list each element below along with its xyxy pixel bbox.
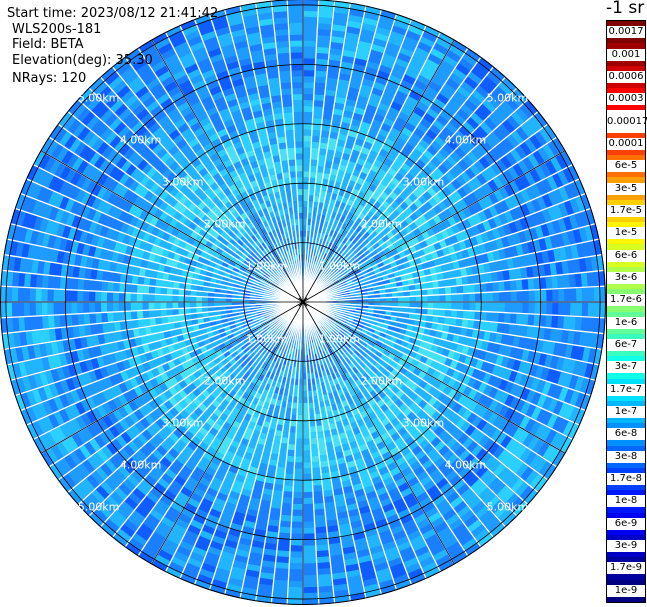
colorbar-tick-label: 1.7e-7 — [607, 383, 645, 396]
colorbar-tick-label: 0.001 — [607, 48, 645, 61]
colorbar-tick-label: 3e-7 — [607, 361, 645, 374]
ray-gate-cells — [427, 308, 434, 316]
range-ring-label: 4.00km — [445, 458, 487, 471]
colorbar-tick-label: 1.7e-8 — [607, 473, 645, 486]
ppi-scan-plot: 1.00km 1.00km 1.00km 1.00km 2.00km 2.00km 2.00… — [0, 0, 606, 605]
colorbar-tick-label: 3e-8 — [607, 450, 645, 463]
elevation-label: Elevation(deg): 35.30 — [12, 53, 153, 68]
ray-gate-cells — [281, 437, 289, 444]
range-ring-label: 3.00km — [403, 176, 445, 189]
range-ring-label: 5.00km — [78, 500, 120, 513]
nrays-label: NRays: 120 — [12, 71, 87, 86]
range-ring-label: 1.00km — [246, 260, 288, 273]
colorbar-tick-label: 3e-9 — [607, 540, 645, 553]
colorbar-tick-label: 3e-5 — [607, 182, 645, 195]
colorbar-tick-label: 1e-5 — [607, 227, 645, 240]
colorbar-tick-label: 3e-6 — [607, 271, 645, 284]
colorbar-tick-label: 1e-7 — [607, 406, 645, 419]
colorbar-unit-title: -1 sr — [606, 0, 645, 18]
colorbar-tick-label: 0.00017 — [607, 115, 647, 128]
range-ring-label: 5.00km — [487, 92, 529, 105]
range-ring-label: 2.00km — [361, 374, 403, 387]
colorbar-tick-label: 6e-6 — [607, 249, 645, 262]
range-ring-label: 1.00km — [246, 332, 288, 345]
colorbar-tick-label: 0.0003 — [607, 93, 645, 106]
colorbar-tick-label: 1.7e-9 — [607, 562, 645, 575]
ray-gate-cells — [297, 414, 303, 421]
range-ring-label: 3.00km — [162, 416, 204, 429]
range-ring-label: 1.00km — [319, 260, 361, 273]
ray-gate-cells — [427, 302, 434, 309]
colorbar-tick-label: 6e-9 — [607, 517, 645, 530]
colorbar-tick-label: 6e-5 — [607, 160, 645, 173]
colorbar-tick-label: 1e-8 — [607, 495, 645, 508]
range-ring-label: 4.00km — [120, 134, 162, 147]
range-ring-label: 5.00km — [78, 92, 120, 105]
radar-center-marker — [297, 296, 309, 308]
range-ring-label: 4.00km — [445, 134, 487, 147]
start-time-label: Start time: 2023/08/12 21:41:42 — [7, 6, 219, 21]
range-ring-label: 2.00km — [204, 218, 246, 231]
colorbar-tick-label: 0.0017 — [607, 26, 645, 39]
range-ring-label: 4.00km — [120, 458, 162, 471]
range-ring-label: 1.00km — [319, 332, 361, 345]
ray-gate-cells — [290, 545, 303, 552]
colorbar-tick-label: 1e-6 — [607, 316, 645, 329]
colorbar-tick-label: 0.0006 — [607, 70, 645, 83]
lidar-id-label: WLS200s-181 — [12, 22, 102, 37]
range-ring-label: 2.00km — [361, 218, 403, 231]
colorbar: 0.0017 0.001 0.0006 0.0003 0.00017 0.0001 6e-5… — [606, 20, 647, 603]
range-ring-label: 2.00km — [204, 374, 246, 387]
colorbar-tick-label: 6e-7 — [607, 339, 645, 352]
range-ring-label: 5.00km — [487, 500, 529, 513]
range-ring-label: 3.00km — [403, 416, 445, 429]
ray-gate-cells — [461, 319, 469, 328]
colorbar-tick-label: 1.7e-6 — [607, 294, 645, 307]
colorbar-tick-label: 1.7e-5 — [607, 204, 645, 217]
colorbar-tick-label: 0.0001 — [607, 137, 645, 150]
colorbar-tick-label: 1e-9 — [607, 584, 645, 597]
field-label: Field: BETA — [12, 37, 84, 52]
range-ring-label: 3.00km — [162, 176, 204, 189]
colorbar-tick-label: 6e-8 — [607, 428, 645, 441]
